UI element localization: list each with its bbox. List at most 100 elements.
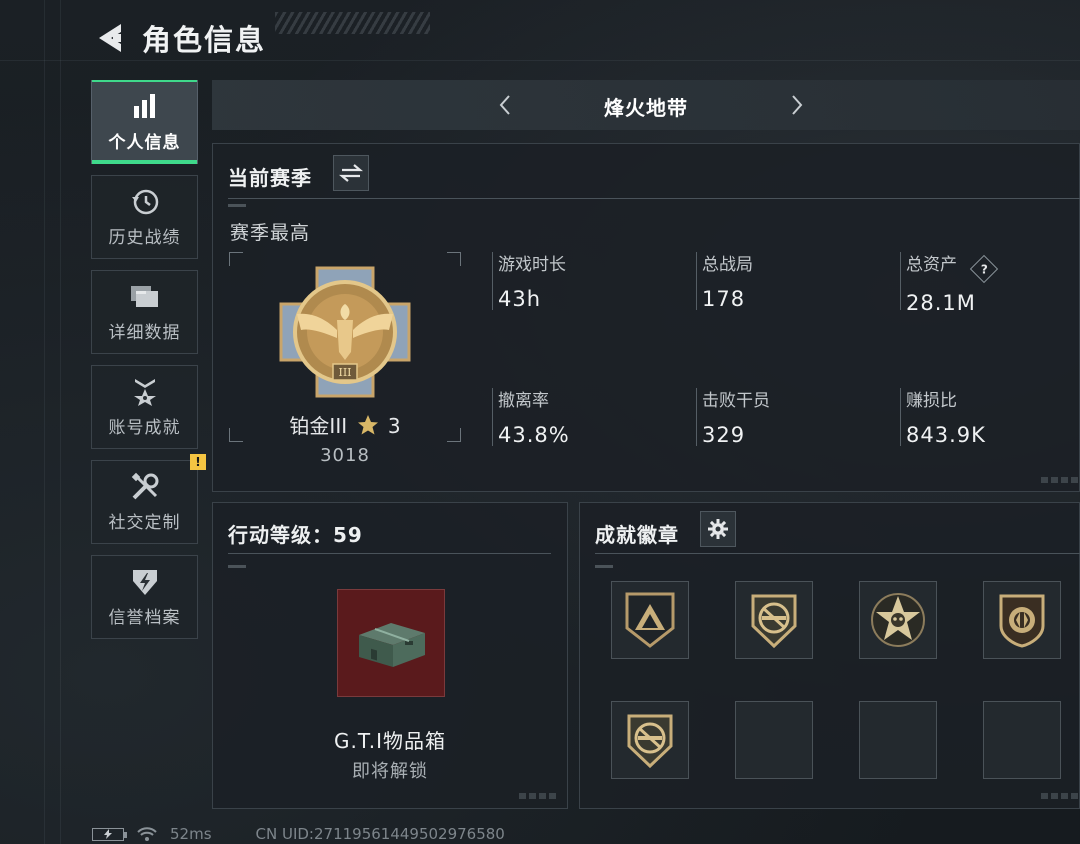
sidebar: 个人信息 历史战绩 详细数据 账号成就 ! 社交定制 信誉档案	[91, 80, 206, 650]
medal-slot[interactable]	[611, 581, 689, 659]
reward-item-slot[interactable]	[337, 589, 445, 697]
chevron-right-icon	[792, 95, 803, 115]
stat-divider	[696, 252, 697, 310]
stat-divider	[900, 252, 901, 310]
rank-badge-frame: III 铂金III 3 3018	[229, 252, 461, 466]
deco-tag	[228, 565, 246, 568]
achievements-title: 成就徽章	[595, 523, 679, 547]
sidebar-item-label: 社交定制	[108, 512, 181, 533]
deco-dots	[1041, 793, 1080, 799]
stat-total-assets: 总资产 ? 28.1M	[906, 250, 999, 315]
wrench-tools-icon	[130, 472, 160, 502]
medal-slot-empty[interactable]	[735, 701, 813, 779]
gear-icon	[708, 519, 728, 539]
frame-corner	[447, 252, 461, 266]
medal-slot[interactable]	[859, 581, 937, 659]
action-level-title: 行动等级：59	[228, 523, 363, 547]
achievement-star-icon	[130, 377, 160, 407]
stat-value: 43.8%	[498, 423, 570, 447]
chevron-left-icon	[499, 95, 510, 115]
sidebar-item-detailed-data[interactable]: 详细数据	[91, 270, 198, 354]
deco-tag	[228, 204, 246, 207]
sidebar-item-social-custom[interactable]: ! 社交定制	[91, 454, 206, 544]
sidebar-item-label: 历史战绩	[108, 227, 181, 248]
stat-label: 赚损比	[906, 391, 957, 411]
svg-text:III: III	[338, 366, 351, 379]
medal-slot[interactable]	[611, 701, 689, 779]
sidebar-item-achievements[interactable]: 账号成就	[91, 365, 198, 449]
medal-slot[interactable]	[983, 581, 1061, 659]
sidebar-item-label: 详细数据	[108, 322, 181, 343]
page-header: 角色信息	[92, 18, 266, 58]
shield-bolt-icon	[130, 567, 160, 597]
shield-emblem-medal-icon	[999, 594, 1045, 648]
stat-divider	[696, 388, 697, 446]
triangle-medal-icon	[625, 592, 675, 648]
stat-divider	[492, 252, 493, 310]
stat-value: 843.9K	[906, 423, 986, 447]
ping-value: 52ms	[170, 825, 212, 843]
stat-play-time: 游戏时长 43h	[498, 250, 566, 311]
folder-stack-icon	[130, 282, 160, 312]
stat-divider	[900, 388, 901, 446]
season-best-label: 赛季最高	[230, 222, 311, 244]
season-switch-button[interactable]	[333, 155, 369, 191]
stat-label: 撤离率	[498, 391, 549, 411]
stat-label: 总资产	[906, 255, 957, 275]
supply-crate-icon	[359, 623, 425, 667]
mode-prev-button[interactable]	[492, 92, 518, 118]
stat-operators-defeated: 击败干员 329	[702, 386, 770, 447]
rifle-cross-medal-icon	[627, 714, 673, 769]
deco-dots	[1041, 477, 1080, 483]
medal-slot[interactable]	[735, 581, 813, 659]
back-arrow-icon	[99, 24, 121, 52]
sidebar-item-credit-record[interactable]: 信誉档案	[91, 555, 198, 639]
stat-label: 游戏时长	[498, 255, 566, 275]
sidebar-item-history[interactable]: 历史战绩	[91, 175, 198, 259]
sidebar-item-label: 账号成就	[108, 417, 181, 438]
season-panel: 当前赛季 赛季最高 III 铂金III 3 3018 游戏时长 43h 总战局 …	[212, 143, 1080, 492]
back-button[interactable]	[92, 18, 128, 58]
star-skull-medal-icon	[871, 593, 925, 647]
history-clock-icon	[130, 187, 160, 217]
sidebar-item-personal-info[interactable]: 个人信息	[91, 80, 198, 164]
divider	[595, 553, 1080, 554]
stat-label: 击败干员	[702, 391, 770, 411]
stat-extract-rate: 撤离率 43.8%	[498, 386, 570, 447]
help-icon[interactable]: ?	[970, 254, 999, 284]
stat-profit-loss-ratio: 赚损比 843.9K	[906, 386, 986, 447]
mode-selector: 烽火地带	[212, 80, 1080, 130]
deco-line	[44, 0, 45, 844]
page-title: 角色信息	[142, 23, 267, 57]
bar-chart-icon	[130, 92, 160, 122]
stat-label-row: 总资产 ?	[906, 250, 999, 284]
star-icon	[358, 415, 379, 435]
stat-value: 329	[702, 423, 746, 447]
rank-name-row: 铂金III 3	[229, 410, 461, 439]
mode-next-button[interactable]	[784, 92, 810, 118]
platinum-eagle-rank-icon: III	[279, 266, 411, 398]
season-title: 当前赛季	[228, 166, 312, 190]
medal-slot-empty[interactable]	[983, 701, 1061, 779]
deco-dots	[519, 793, 559, 799]
stat-value: 178	[702, 287, 746, 311]
swap-arrows-icon	[339, 164, 363, 182]
stat-value: 43h	[498, 287, 542, 311]
achievements-settings-button[interactable]	[700, 511, 736, 547]
frame-corner	[229, 252, 243, 266]
sidebar-item-label: 个人信息	[108, 132, 181, 153]
warning-badge: !	[190, 454, 206, 470]
mode-title: 烽火地带	[604, 96, 688, 120]
stat-value: 28.1M	[906, 291, 976, 315]
battery-charging-icon	[92, 827, 127, 841]
achievements-panel: 成就徽章	[579, 502, 1080, 809]
reward-status: 即将解锁	[352, 761, 428, 782]
medal-slot-empty[interactable]	[859, 701, 937, 779]
title-decoration	[275, 12, 430, 34]
stat-divider	[492, 388, 493, 446]
divider	[228, 198, 1080, 199]
deco-line	[0, 60, 1080, 61]
help-mark: ?	[980, 262, 988, 276]
rifle-cross-medal-icon	[751, 594, 797, 649]
wifi-icon	[137, 827, 157, 841]
